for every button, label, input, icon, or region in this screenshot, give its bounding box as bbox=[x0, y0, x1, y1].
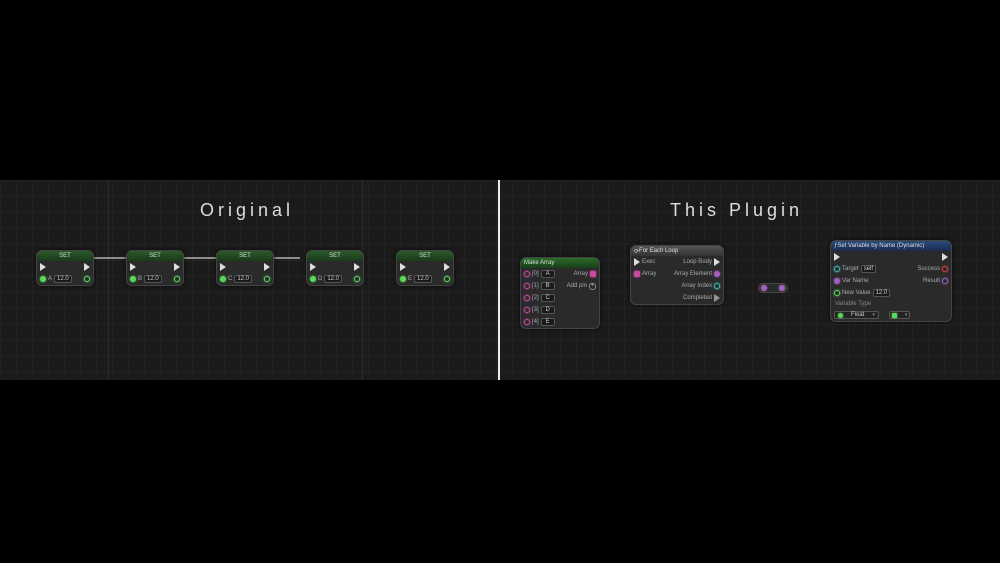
reroute-node[interactable] bbox=[758, 283, 788, 293]
container-type-dropdown[interactable]: ▾ bbox=[889, 311, 911, 319]
value-in-pin[interactable] bbox=[130, 276, 136, 282]
target-pin[interactable] bbox=[834, 266, 840, 272]
heading-plugin: This Plugin bbox=[670, 200, 803, 221]
value-input[interactable]: 12.0 bbox=[234, 275, 252, 283]
node-header[interactable]: Make Array bbox=[521, 258, 599, 268]
array-item-pin[interactable] bbox=[524, 307, 530, 313]
value-input[interactable]: 12.0 bbox=[414, 275, 432, 283]
exec-in-pin[interactable] bbox=[130, 263, 136, 271]
reroute-out-pin[interactable] bbox=[779, 285, 785, 291]
loop-body-pin[interactable] bbox=[714, 258, 720, 266]
varname-pin[interactable] bbox=[834, 278, 840, 284]
value-in-pin[interactable] bbox=[220, 276, 226, 282]
result-out-pin[interactable] bbox=[942, 278, 948, 284]
foreach-loop-node[interactable]: ⟳ For Each Loop ExecLoop Body ArrayArray… bbox=[630, 245, 724, 305]
chevron-down-icon: ▾ bbox=[872, 312, 875, 318]
heading-original: Original bbox=[200, 200, 294, 221]
make-array-node[interactable]: Make Array [0]AArray [1]BAdd pin+ [2]C [… bbox=[520, 257, 600, 329]
completed-pin[interactable] bbox=[714, 294, 720, 302]
set-node-d[interactable]: SET D12.0 bbox=[306, 250, 364, 286]
exec-in-pin[interactable] bbox=[400, 263, 406, 271]
value-out-pin[interactable] bbox=[174, 276, 180, 282]
array-item-pin[interactable] bbox=[524, 271, 530, 277]
comparison-stage: Original This Plugin SET A12.0 SET B12.0… bbox=[0, 180, 1000, 380]
value-input[interactable]: 12.0 bbox=[144, 275, 162, 283]
array-item-pin[interactable] bbox=[524, 295, 530, 301]
exec-out-pin[interactable] bbox=[174, 263, 180, 271]
element-out-pin[interactable] bbox=[714, 271, 720, 277]
set-variable-by-name-node[interactable]: ƒ Set Variable by Name (Dynamic) Targets… bbox=[830, 240, 952, 322]
array-item-pin[interactable] bbox=[524, 283, 530, 289]
value-input[interactable]: 12.0 bbox=[54, 275, 72, 283]
array-item-pin[interactable] bbox=[524, 319, 530, 325]
item-input[interactable]: E bbox=[541, 318, 555, 326]
node-header[interactable]: SET bbox=[127, 251, 183, 261]
value-out-pin[interactable] bbox=[84, 276, 90, 282]
set-node-e[interactable]: SET E12.0 bbox=[396, 250, 454, 286]
value-in-pin[interactable] bbox=[310, 276, 316, 282]
array-out-pin[interactable] bbox=[590, 271, 596, 277]
exec-out-pin[interactable] bbox=[444, 263, 450, 271]
plus-icon: + bbox=[589, 283, 596, 290]
exec-out-pin[interactable] bbox=[354, 263, 360, 271]
target-input[interactable]: self bbox=[861, 265, 876, 273]
exec-in-pin[interactable] bbox=[310, 263, 316, 271]
success-out-pin[interactable] bbox=[942, 266, 948, 272]
exec-in-pin[interactable] bbox=[834, 253, 840, 261]
newvalue-pin[interactable] bbox=[834, 290, 840, 296]
node-header[interactable]: ⟳ For Each Loop bbox=[631, 246, 723, 256]
newvalue-input[interactable]: 12.0 bbox=[873, 289, 891, 297]
node-header[interactable]: SET bbox=[37, 251, 93, 261]
exec-out-pin[interactable] bbox=[942, 253, 948, 261]
exec-out-pin[interactable] bbox=[84, 263, 90, 271]
index-out-pin[interactable] bbox=[714, 283, 720, 289]
exec-in-pin[interactable] bbox=[220, 263, 226, 271]
set-node-c[interactable]: SET C12.0 bbox=[216, 250, 274, 286]
node-header[interactable]: SET bbox=[397, 251, 453, 261]
grid-guide bbox=[108, 180, 109, 380]
node-header[interactable]: SET bbox=[307, 251, 363, 261]
reroute-in-pin[interactable] bbox=[761, 285, 767, 291]
type-color-icon bbox=[838, 313, 843, 318]
node-header[interactable]: SET bbox=[217, 251, 273, 261]
value-out-pin[interactable] bbox=[444, 276, 450, 282]
item-input[interactable]: C bbox=[541, 294, 555, 302]
container-icon bbox=[892, 313, 897, 318]
chevron-down-icon: ▾ bbox=[905, 312, 908, 318]
node-header[interactable]: ƒ Set Variable by Name (Dynamic) bbox=[831, 241, 951, 251]
section-label: Variable Type bbox=[831, 299, 951, 309]
add-pin-button[interactable]: Add pin+ bbox=[567, 283, 596, 290]
exec-in-pin[interactable] bbox=[634, 258, 640, 266]
array-in-pin[interactable] bbox=[634, 271, 640, 277]
set-node-a[interactable]: SET A12.0 bbox=[36, 250, 94, 286]
value-out-pin[interactable] bbox=[354, 276, 360, 282]
exec-out-pin[interactable] bbox=[264, 263, 270, 271]
item-input[interactable]: A bbox=[541, 270, 555, 278]
panel-divider bbox=[498, 180, 500, 380]
variable-type-dropdown[interactable]: Float ▾ bbox=[834, 311, 879, 319]
item-input[interactable]: D bbox=[541, 306, 555, 314]
exec-in-pin[interactable] bbox=[40, 263, 46, 271]
value-in-pin[interactable] bbox=[400, 276, 406, 282]
value-out-pin[interactable] bbox=[264, 276, 270, 282]
set-node-b[interactable]: SET B12.0 bbox=[126, 250, 184, 286]
value-input[interactable]: 12.0 bbox=[324, 275, 342, 283]
item-input[interactable]: B bbox=[541, 282, 555, 290]
value-in-pin[interactable] bbox=[40, 276, 46, 282]
